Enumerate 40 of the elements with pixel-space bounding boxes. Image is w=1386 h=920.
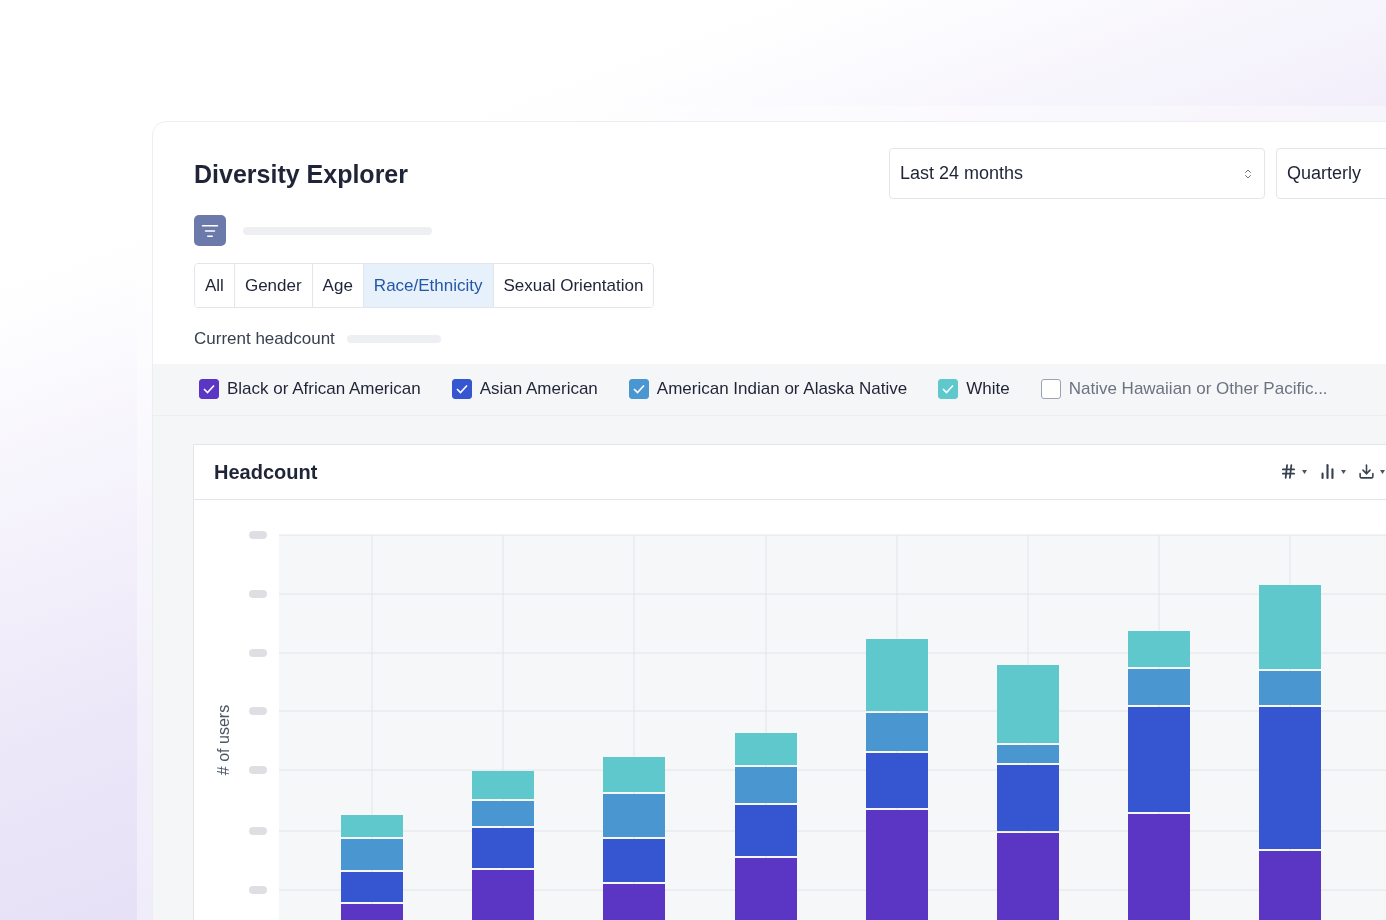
download-icon <box>1358 463 1375 480</box>
y-axis-label: # of users <box>215 704 232 775</box>
axis-label-placeholder <box>249 706 267 715</box>
download-button[interactable] <box>1358 463 1385 480</box>
legend-checkbox[interactable]: Asian American <box>451 376 598 402</box>
axis-label-placeholder <box>249 765 267 774</box>
caret-icon <box>1380 469 1385 474</box>
axis-label-placeholder <box>249 885 267 894</box>
chart-title: Headcount <box>214 459 318 485</box>
sort-icon <box>1242 167 1254 180</box>
filter-button[interactable] <box>194 215 226 246</box>
chart-type-button[interactable] <box>1319 463 1346 480</box>
check-icon <box>942 384 955 394</box>
legend-checkbox[interactable]: Black or African American <box>199 376 421 402</box>
hash-icon <box>1280 463 1297 480</box>
check-icon <box>632 384 645 394</box>
checkbox[interactable] <box>199 379 219 399</box>
axis-label-placeholder <box>249 648 267 657</box>
tab[interactable]: Race/Ethnicity <box>362 264 493 307</box>
axis-label-placeholder <box>249 530 267 539</box>
period-select[interactable]: Last 24 months <box>889 148 1265 199</box>
legend-checkbox[interactable]: Native Hawaiian or Other Pacific... <box>1040 376 1328 402</box>
checkbox[interactable] <box>628 379 649 399</box>
axis-label-placeholder <box>249 589 267 598</box>
interval-select[interactable]: Quarterly <box>1276 148 1386 199</box>
legend-checkbox[interactable]: American Indian or Alaska Native <box>628 376 908 402</box>
headcount-label: Current headcount <box>194 328 335 350</box>
number-format-button[interactable] <box>1280 463 1307 480</box>
check-icon <box>203 384 215 394</box>
tab[interactable]: Sexual Orientation <box>492 264 654 307</box>
legend-checkbox[interactable]: White <box>938 376 1010 402</box>
bar-chart-icon <box>1319 463 1336 480</box>
axis-label-placeholder <box>249 826 267 835</box>
checkbox[interactable] <box>451 379 472 399</box>
checkbox[interactable] <box>1040 379 1061 399</box>
checkbox[interactable] <box>938 379 959 399</box>
caret-icon <box>1341 469 1346 474</box>
page-title: Diversity Explorer <box>194 159 408 190</box>
check-icon <box>455 384 468 394</box>
caret-icon <box>1302 469 1307 474</box>
